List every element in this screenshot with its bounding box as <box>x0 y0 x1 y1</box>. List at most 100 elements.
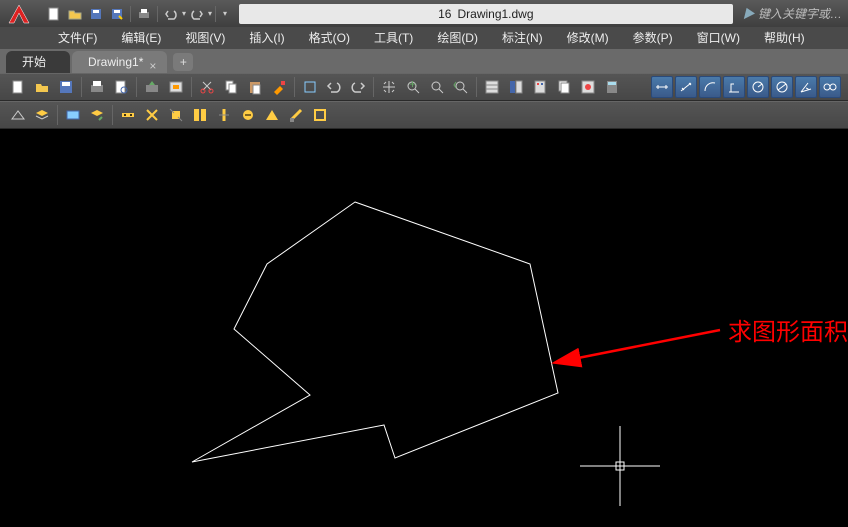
separator <box>476 77 477 97</box>
separator <box>81 77 82 97</box>
dim-angular-icon[interactable] <box>795 76 817 98</box>
title-doc: Drawing1.dwg <box>457 4 533 24</box>
dropdown-icon[interactable]: ▾ <box>208 9 212 18</box>
constraint5-icon[interactable] <box>213 104 235 126</box>
separator <box>294 77 295 97</box>
sheetset-icon[interactable] <box>553 76 575 98</box>
constraint3-icon[interactable] <box>165 104 187 126</box>
search-arrow-icon: ▶ <box>743 7 755 21</box>
separator <box>215 6 216 22</box>
separator <box>373 77 374 97</box>
search-box[interactable]: ▶ 键入关键字或… <box>737 5 848 22</box>
constraint2-icon[interactable] <box>141 104 163 126</box>
menu-insert[interactable]: 插入(I) <box>237 27 296 49</box>
menu-view[interactable]: 视图(V) <box>173 27 237 49</box>
new-icon[interactable] <box>7 76 29 98</box>
title-version: 16 <box>438 4 451 24</box>
dim-diameter-icon[interactable] <box>771 76 793 98</box>
zoom-window-icon[interactable] <box>426 76 448 98</box>
layerwalk-icon[interactable] <box>86 104 108 126</box>
publish-icon[interactable] <box>141 76 163 98</box>
title-bar: ▾ ▾ ▾ 16 Drawing1.dwg ▶ 键入关键字或… <box>0 0 848 27</box>
menu-help[interactable]: 帮助(H) <box>752 27 817 49</box>
constraint1-icon[interactable] <box>117 104 139 126</box>
menu-edit[interactable]: 编辑(E) <box>109 27 173 49</box>
menu-draw[interactable]: 绘图(D) <box>425 27 490 49</box>
qat-customize-icon[interactable]: ▾ <box>219 9 231 18</box>
toolpalette-icon[interactable] <box>529 76 551 98</box>
plot-icon[interactable] <box>165 76 187 98</box>
paste-icon[interactable] <box>244 76 266 98</box>
dim-continue-icon[interactable] <box>819 76 841 98</box>
markup-icon[interactable] <box>577 76 599 98</box>
constraint7-icon[interactable] <box>261 104 283 126</box>
tab-start[interactable]: 开始 <box>6 51 70 73</box>
zoom-realtime-icon[interactable]: + <box>402 76 424 98</box>
dim-linear-icon[interactable] <box>651 76 673 98</box>
save-icon[interactable] <box>55 76 77 98</box>
close-icon[interactable]: × <box>149 55 161 67</box>
copy-icon[interactable] <box>220 76 242 98</box>
block-icon[interactable] <box>299 76 321 98</box>
dropdown-icon[interactable]: ▾ <box>182 9 186 18</box>
separator <box>57 105 58 125</box>
redo-icon[interactable] <box>187 4 207 24</box>
tab-label: Drawing1* <box>88 55 143 69</box>
separator <box>157 6 158 22</box>
separator <box>112 105 113 125</box>
search-placeholder: 键入关键字或… <box>758 7 842 21</box>
menu-format[interactable]: 格式(O) <box>297 27 362 49</box>
menu-modify[interactable]: 修改(M) <box>555 27 621 49</box>
toolbar-row-1: + <box>0 73 848 101</box>
undo-icon[interactable] <box>323 76 345 98</box>
constraint8-icon[interactable] <box>285 104 307 126</box>
print-icon[interactable] <box>134 4 154 24</box>
zoom-previous-icon[interactable] <box>450 76 472 98</box>
separator <box>191 77 192 97</box>
open-icon[interactable] <box>65 4 85 24</box>
open-icon[interactable] <box>31 76 53 98</box>
constraint9-icon[interactable] <box>309 104 331 126</box>
dim-aligned-icon[interactable] <box>675 76 697 98</box>
redo-icon[interactable] <box>347 76 369 98</box>
drawing-canvas[interactable]: 求图形面积 <box>0 129 848 527</box>
undo-icon[interactable] <box>161 4 181 24</box>
pan-icon[interactable] <box>378 76 400 98</box>
menu-bar: 文件(F) 编辑(E) 视图(V) 插入(I) 格式(O) 工具(T) 绘图(D… <box>0 27 848 49</box>
vpoint-icon[interactable] <box>7 104 29 126</box>
quickcalc-icon[interactable] <box>601 76 623 98</box>
menu-dim[interactable]: 标注(N) <box>490 27 555 49</box>
save-icon[interactable] <box>86 4 106 24</box>
new-icon[interactable] <box>44 4 64 24</box>
properties-icon[interactable] <box>481 76 503 98</box>
designcenter-icon[interactable] <box>505 76 527 98</box>
separator <box>136 77 137 97</box>
menu-window[interactable]: 窗口(W) <box>685 27 752 49</box>
matchprop-icon[interactable] <box>268 76 290 98</box>
quick-access-toolbar: ▾ ▾ ▾ <box>40 4 235 24</box>
menu-file[interactable]: 文件(F) <box>46 27 109 49</box>
crosshair-cursor <box>580 426 660 506</box>
menu-tools[interactable]: 工具(T) <box>362 27 425 49</box>
annotation-text: 求图形面积 <box>728 312 848 347</box>
dim-radius-icon[interactable] <box>747 76 769 98</box>
menu-param[interactable]: 参数(P) <box>621 27 685 49</box>
layerstate-icon[interactable] <box>62 104 84 126</box>
print-icon[interactable] <box>86 76 108 98</box>
dim-ordinate-icon[interactable] <box>723 76 745 98</box>
dim-arc-icon[interactable] <box>699 76 721 98</box>
document-tabs: 开始 Drawing1* × + <box>0 49 848 73</box>
tab-drawing[interactable]: Drawing1* × <box>72 51 167 73</box>
tab-label: 开始 <box>22 55 46 69</box>
polygon-shape[interactable] <box>192 202 558 462</box>
constraint6-icon[interactable] <box>237 104 259 126</box>
saveas-icon[interactable] <box>107 4 127 24</box>
app-logo[interactable] <box>0 0 40 27</box>
print-preview-icon[interactable] <box>110 76 132 98</box>
separator <box>130 6 131 22</box>
tab-add-button[interactable]: + <box>173 53 193 71</box>
layer-icon[interactable] <box>31 104 53 126</box>
constraint4-icon[interactable] <box>189 104 211 126</box>
cut-icon[interactable] <box>196 76 218 98</box>
canvas-svg <box>0 129 848 527</box>
